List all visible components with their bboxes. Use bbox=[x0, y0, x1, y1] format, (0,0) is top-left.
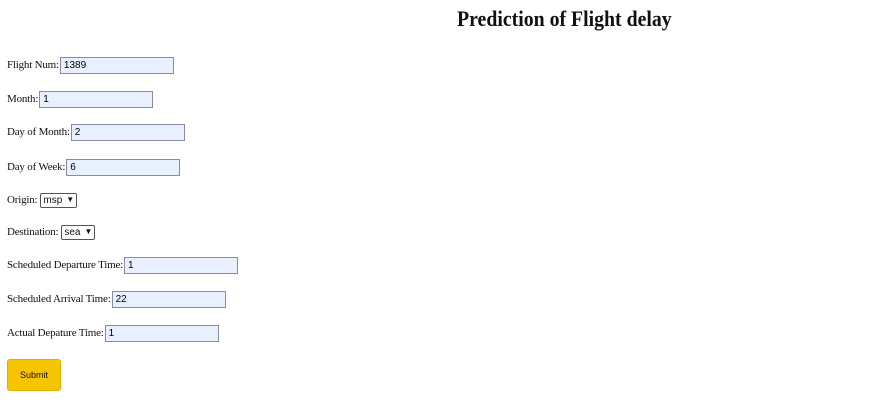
flight-num-label: Flight Num: bbox=[7, 59, 59, 71]
month-label: Month: bbox=[7, 93, 39, 105]
destination-select[interactable]: sea ▼ bbox=[61, 224, 96, 240]
month-input[interactable] bbox=[39, 90, 154, 108]
submit-button[interactable]: Submit bbox=[7, 359, 61, 391]
flight-delay-form: Flight Num: Month: Day of Month: Day of … bbox=[7, 0, 507, 405]
day-of-week-label: Day of Week: bbox=[7, 161, 66, 173]
scheduled-arrival-row: Scheduled Arrival Time: bbox=[7, 289, 226, 309]
actual-departure-row: Actual Depature Time: bbox=[7, 323, 219, 343]
day-of-month-row: Day of Month: bbox=[7, 122, 185, 142]
destination-label: Destination: bbox=[7, 226, 59, 238]
origin-select[interactable]: msp ▼ bbox=[40, 192, 78, 208]
chevron-down-icon: ▼ bbox=[84, 227, 93, 236]
flight-num-input[interactable] bbox=[59, 56, 174, 74]
scheduled-departure-input[interactable] bbox=[123, 256, 238, 274]
day-of-week-row: Day of Week: bbox=[7, 157, 181, 177]
flight-num-row: Flight Num: bbox=[7, 55, 174, 75]
actual-departure-label: Actual Depature Time: bbox=[7, 327, 104, 339]
chevron-down-icon: ▼ bbox=[66, 195, 75, 204]
month-row: Month: bbox=[7, 89, 154, 109]
day-of-week-input[interactable] bbox=[66, 158, 181, 176]
scheduled-departure-label: Scheduled Departure Time: bbox=[7, 259, 123, 271]
scheduled-arrival-input[interactable] bbox=[111, 290, 226, 308]
destination-row: Destination: sea ▼ bbox=[7, 222, 96, 242]
destination-selected-value: sea bbox=[64, 226, 81, 238]
scheduled-arrival-label: Scheduled Arrival Time: bbox=[7, 293, 111, 305]
origin-selected-value: msp bbox=[43, 194, 63, 206]
scheduled-departure-row: Scheduled Departure Time: bbox=[7, 255, 238, 275]
day-of-month-input[interactable] bbox=[70, 123, 185, 141]
origin-row: Origin: msp ▼ bbox=[7, 190, 78, 210]
day-of-month-label: Day of Month: bbox=[7, 126, 70, 138]
origin-label: Origin: bbox=[7, 194, 38, 206]
actual-departure-input[interactable] bbox=[104, 324, 219, 342]
